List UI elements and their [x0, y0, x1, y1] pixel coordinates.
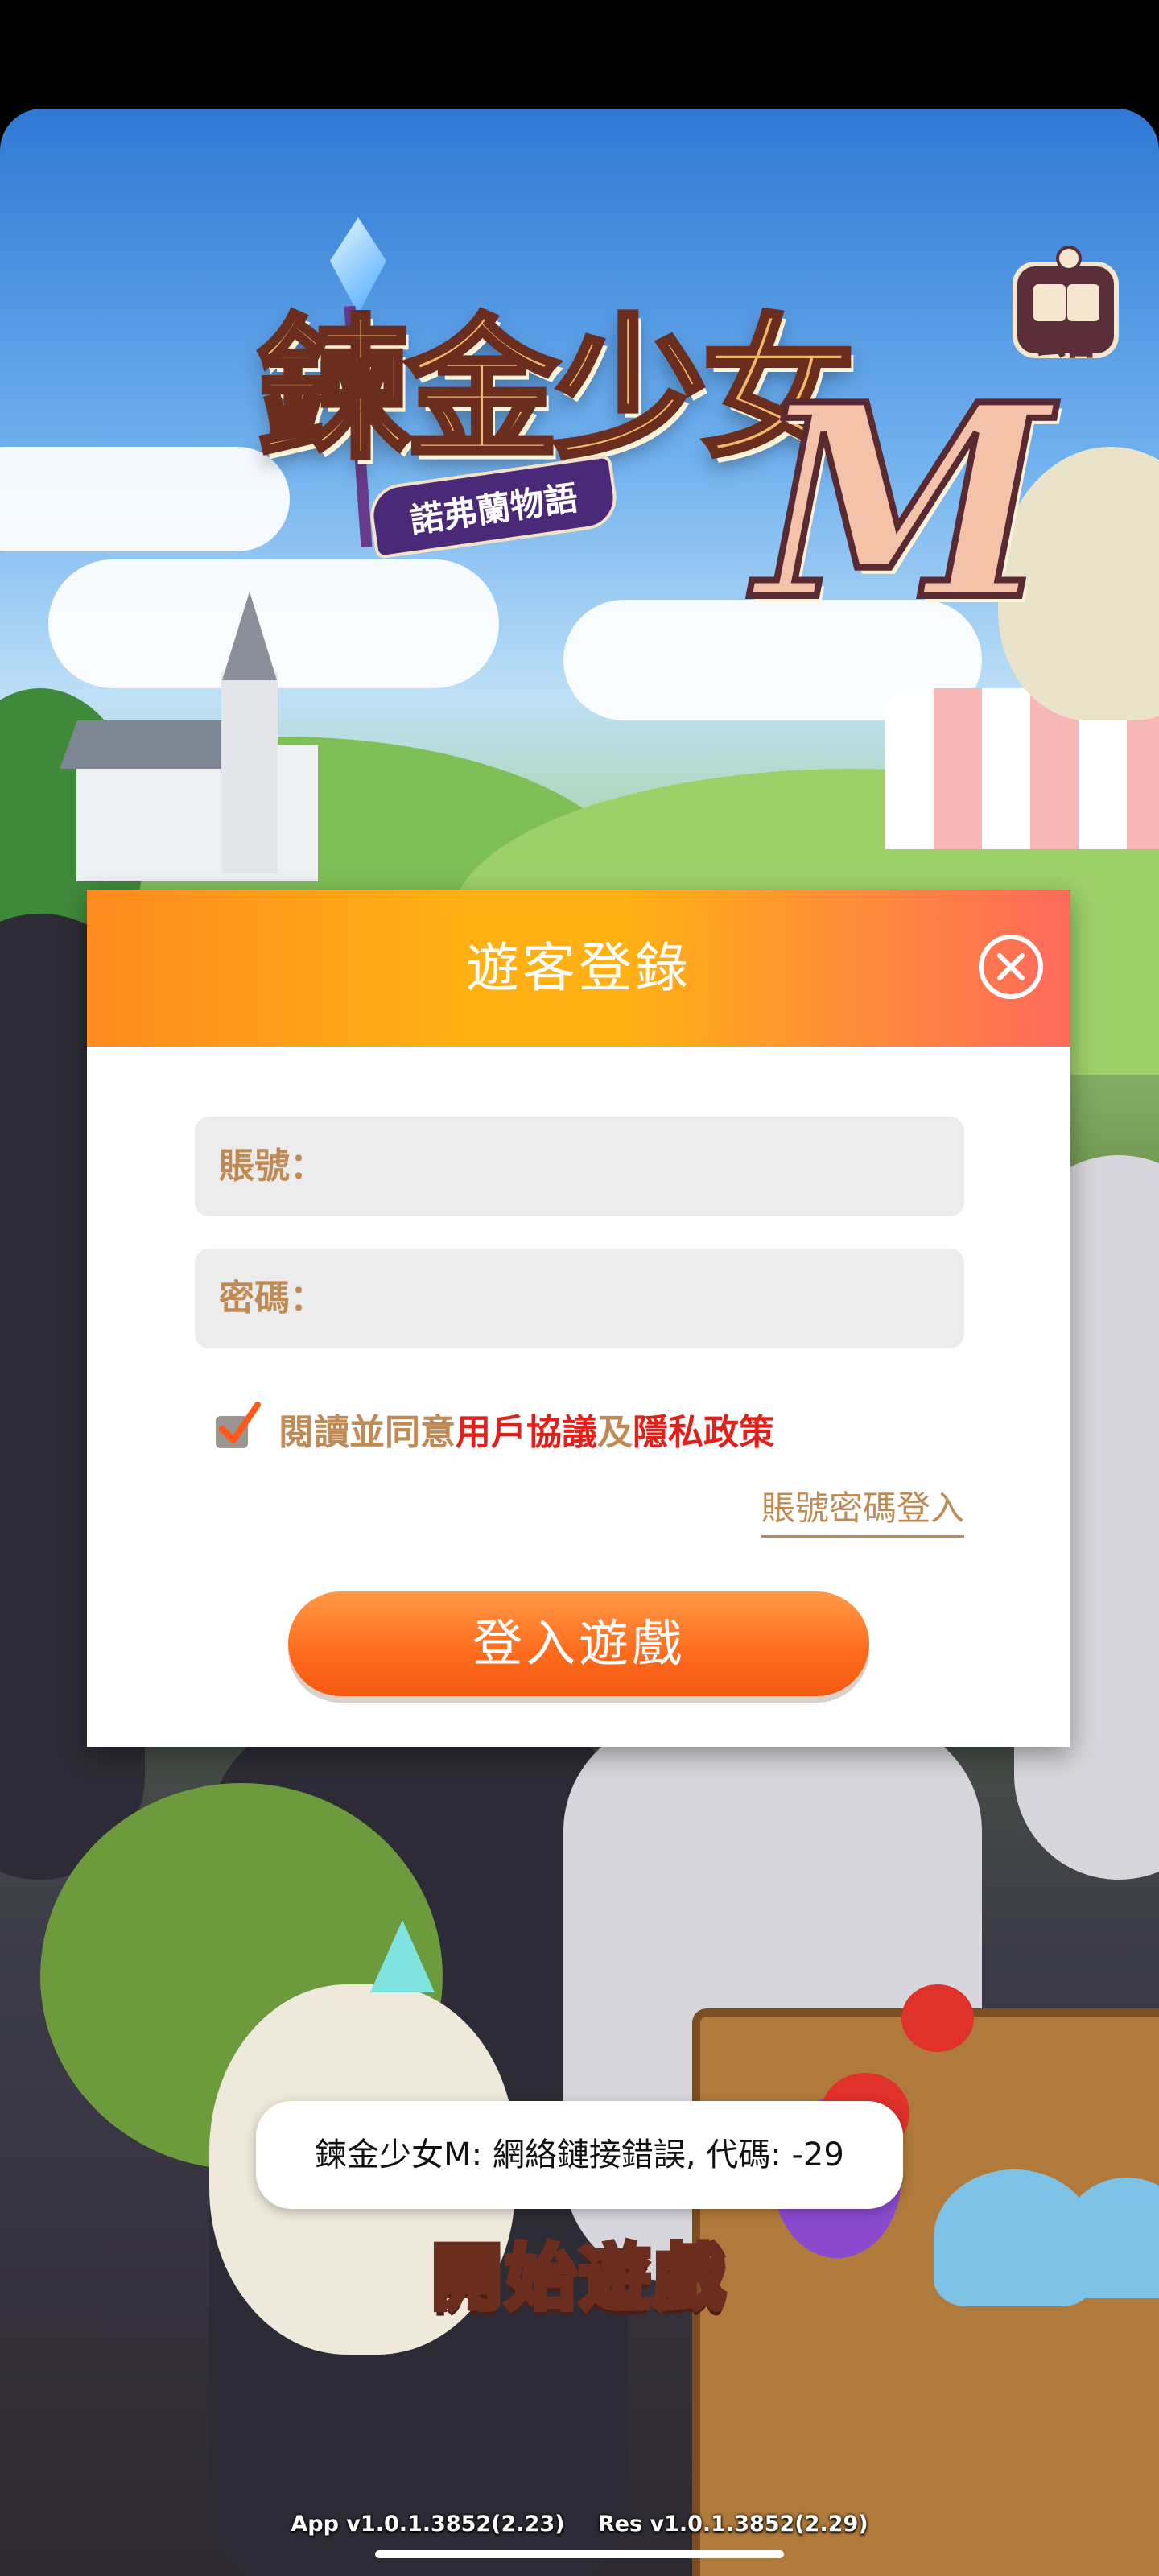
- game-logo: 鍊金少女 M 諾弗蘭物語: [255, 217, 1054, 668]
- cloud: [0, 447, 290, 551]
- res-version: Res v1.0.1.3852(2.29): [597, 2512, 868, 2537]
- password-input[interactable]: [332, 1258, 947, 1340]
- account-label: 賬號：: [219, 1146, 325, 1187]
- password-label: 密碼：: [219, 1278, 325, 1319]
- tomato: [901, 1984, 974, 2052]
- close-button[interactable]: [979, 935, 1043, 999]
- crystal: [370, 1920, 435, 1992]
- notice-label: 公告: [1033, 324, 1097, 362]
- start-game-button[interactable]: 開始遊戲: [378, 2222, 781, 2334]
- privacy-policy-link[interactable]: 隱私政策: [633, 1412, 774, 1453]
- agreement-and: 及: [597, 1412, 633, 1453]
- dialog-header: 遊客登錄: [87, 890, 1070, 1046]
- agreement-checkbox[interactable]: [216, 1402, 261, 1448]
- toast-message: 鍊金少女M: 網絡鏈接錯誤, 代碼: -29: [315, 2136, 844, 2174]
- church-tower: [221, 672, 278, 873]
- login-button[interactable]: 登入遊戲: [288, 1591, 869, 1696]
- password-field[interactable]: 密碼：: [195, 1249, 964, 1348]
- error-toast: 鍊金少女M: 網絡鏈接錯誤, 代碼: -29: [256, 2101, 903, 2209]
- account-field[interactable]: 賬號：: [195, 1117, 964, 1216]
- dialog-title: 遊客登錄: [466, 937, 691, 999]
- pin-icon: [1056, 246, 1082, 271]
- home-indicator[interactable]: [375, 2550, 784, 2558]
- logo-m: M: [753, 343, 1054, 662]
- login-button-label: 登入遊戲: [472, 1614, 685, 1673]
- version-info: App v1.0.1.3852(2.23) Res v1.0.1.3852(2.…: [0, 2512, 1159, 2537]
- start-game-label: 開始遊戲: [428, 2234, 728, 2322]
- agreement-text: 閱讀並同意用戶協議及隱私政策: [278, 1405, 774, 1461]
- account-password-login-link[interactable]: 賬號密碼登入: [761, 1481, 964, 1538]
- notice-button[interactable]: 公告: [1008, 246, 1124, 366]
- close-icon: [997, 953, 1025, 980]
- user-agreement-link[interactable]: 用戶協議: [456, 1412, 597, 1453]
- agreement-prefix: 閱讀並同意: [278, 1412, 456, 1453]
- account-input[interactable]: [332, 1126, 947, 1208]
- guest-login-dialog: 遊客登錄 賬號： 密碼： 閱讀並同意用戶協議及隱私政策 賬號密碼登入 登入遊戲: [87, 890, 1070, 1747]
- status-bar: [0, 0, 1159, 109]
- checkmark-icon: [219, 1402, 261, 1443]
- app-version: App v1.0.1.3852(2.23): [291, 2512, 565, 2537]
